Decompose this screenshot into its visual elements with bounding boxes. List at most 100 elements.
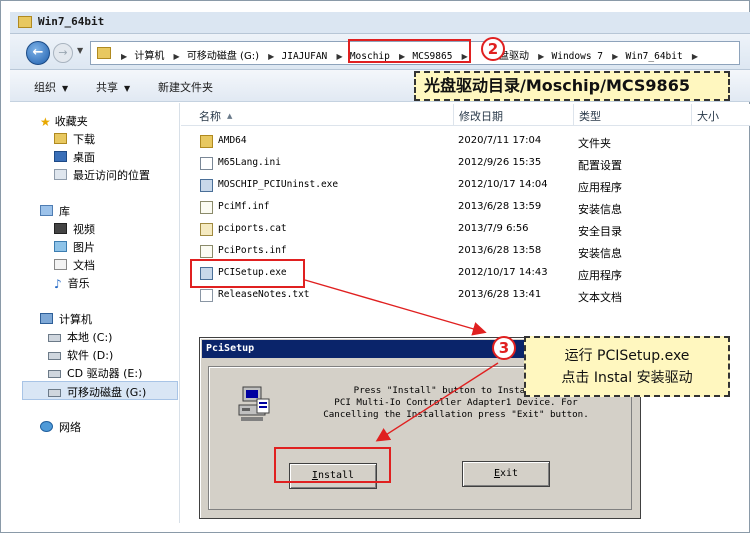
highlight-box-install — [274, 447, 391, 483]
file-date: 2013/6/28 13:58 — [458, 245, 542, 256]
file-type: 安全目录 — [578, 225, 622, 238]
nav-network[interactable]: 网络 — [40, 419, 81, 435]
nav-drive-d[interactable]: 软件 (D:) — [48, 347, 113, 363]
chevron-right-icon[interactable]: ▶ — [612, 52, 618, 61]
column-name-label: 名称 — [199, 110, 221, 123]
file-name: pciports.cat — [218, 223, 287, 234]
nav-documents-label: 文档 — [73, 259, 95, 272]
window-title: Win7_64bit — [38, 15, 105, 28]
chevron-right-icon[interactable]: ▶ — [336, 52, 342, 61]
column-divider[interactable] — [453, 104, 454, 126]
folder-icon — [200, 135, 213, 148]
file-row[interactable]: pciports.cat 2013/7/9 6:56 安全目录 — [196, 219, 716, 239]
nav-desktop[interactable]: 桌面 — [54, 149, 95, 165]
nav-desktop-label: 桌面 — [73, 151, 95, 164]
nav-pictures-label: 图片 — [73, 241, 95, 254]
chevron-right-icon[interactable]: ▶ — [174, 52, 180, 61]
breadcrumb-removable-disk[interactable]: 可移动磁盘 (G:) — [187, 47, 259, 62]
file-row[interactable]: ReleaseNotes.txt 2013/6/28 13:41 文本文档 — [196, 285, 716, 305]
nav-music[interactable]: ♪ 音乐 — [54, 275, 90, 291]
removable-disk-icon — [48, 389, 61, 397]
chevron-right-icon[interactable]: ▶ — [121, 52, 127, 61]
nav-drive-g[interactable]: 可移动磁盘 (G:) — [48, 384, 146, 400]
recent-pages-dropdown-icon[interactable]: ▼ — [77, 46, 83, 55]
nav-music-label: 音乐 — [67, 277, 90, 290]
file-name: PciMf.inf — [218, 201, 270, 212]
back-button[interactable]: ← — [26, 41, 50, 65]
desktop-icon — [54, 151, 67, 162]
network-icon — [40, 421, 53, 432]
file-type: 配置设置 — [578, 159, 622, 172]
column-type[interactable]: 类型 — [579, 108, 601, 124]
cd-drive-icon — [48, 370, 61, 378]
file-name: M65Lang.ini — [218, 157, 281, 168]
chevron-right-icon[interactable]: ▶ — [692, 52, 698, 61]
nav-videos[interactable]: 视频 — [54, 221, 95, 237]
nav-drive-c-label: 本地 (C:) — [67, 331, 113, 344]
nav-drive-c[interactable]: 本地 (C:) — [48, 329, 112, 345]
nav-pictures[interactable]: 图片 — [54, 239, 95, 255]
chevron-right-icon[interactable]: ▶ — [268, 52, 274, 61]
nav-recent-places[interactable]: 最近访问的位置 — [54, 167, 150, 183]
column-size[interactable]: 大小 — [697, 108, 719, 124]
step-2-badge: 2 — [481, 37, 505, 61]
file-date: 2013/6/28 13:41 — [458, 289, 542, 300]
nav-computer-label: 计算机 — [59, 313, 92, 326]
breadcrumb-jiajufan[interactable]: JIAJUFAN — [282, 51, 328, 62]
share-label: 共享 — [96, 81, 118, 94]
file-date: 2012/10/17 14:04 — [458, 179, 548, 190]
share-menu[interactable]: 共享 ▼ — [96, 79, 130, 95]
nav-computer[interactable]: 计算机 — [40, 311, 92, 327]
callout-run-setup-line2: 点击 Instal 安装驱动 — [561, 370, 693, 386]
step-3-badge: 3 — [492, 336, 516, 360]
nav-drive-e-label: CD 驱动器 (E:) — [67, 367, 143, 380]
breadcrumb-win7-64bit[interactable]: Win7_64bit — [626, 51, 683, 62]
file-date: 2013/7/9 6:56 — [458, 223, 529, 234]
forward-button[interactable]: → — [53, 43, 73, 63]
column-name[interactable]: 名称 ▲ — [199, 108, 232, 124]
drive-icon — [48, 352, 61, 360]
music-icon: ♪ — [54, 277, 62, 291]
sort-ascending-icon: ▲ — [227, 112, 233, 120]
file-row[interactable]: PciPorts.inf 2013/6/28 13:58 安装信息 — [196, 241, 716, 261]
file-name: AMD64 — [218, 135, 247, 146]
file-date: 2012/9/26 15:35 — [458, 157, 542, 168]
file-row[interactable]: MOSCHIP_PCIUninst.exe 2012/10/17 14:04 应… — [196, 175, 716, 195]
dialog-message-line: Cancelling the Installation press "Exit"… — [323, 409, 589, 420]
column-divider[interactable] — [691, 104, 692, 126]
file-type: 安装信息 — [578, 203, 622, 216]
nav-downloads[interactable]: 下载 — [54, 131, 95, 147]
file-row[interactable]: AMD64 2020/7/11 17:04 文件夹 — [196, 131, 716, 151]
nav-libraries-label: 库 — [59, 205, 70, 218]
callout-run-setup: 运行 PCISetup.exe 点击 Instal 安装驱动 — [524, 336, 730, 397]
breadcrumb-computer[interactable]: 计算机 — [134, 47, 164, 62]
nav-drive-e[interactable]: CD 驱动器 (E:) — [48, 365, 142, 381]
file-row[interactable]: M65Lang.ini 2012/9/26 15:35 配置设置 — [196, 153, 716, 173]
video-icon — [54, 223, 67, 234]
nav-downloads-label: 下载 — [73, 133, 95, 146]
column-divider[interactable] — [573, 104, 574, 126]
nav-favorites[interactable]: ★ 收藏夹 — [40, 113, 88, 129]
library-icon — [40, 205, 53, 216]
pictures-icon — [54, 241, 67, 252]
highlight-box-pcisetup — [190, 259, 305, 288]
title-bar: Win7_64bit — [10, 12, 750, 34]
nav-libraries[interactable]: 库 — [40, 203, 70, 219]
folder-icon — [18, 16, 32, 28]
callout-directory: 光盘驱动目录/Moschip/MCS9865 — [414, 71, 730, 101]
file-name: PciPorts.inf — [218, 245, 287, 256]
file-list-header: 名称 ▲ 修改日期 类型 大小 — [181, 104, 750, 126]
organize-menu[interactable]: 组织 ▼ — [34, 79, 68, 95]
organize-label: 组织 — [34, 81, 56, 94]
breadcrumb-windows7[interactable]: Windows 7 — [552, 51, 603, 62]
column-modified[interactable]: 修改日期 — [459, 108, 503, 124]
exit-button[interactable]: Exit — [462, 461, 550, 487]
nav-documents[interactable]: 文档 — [54, 257, 95, 273]
security-catalog-icon — [200, 223, 213, 236]
file-row[interactable]: PciMf.inf 2013/6/28 13:59 安装信息 — [196, 197, 716, 217]
file-type: 应用程序 — [578, 269, 622, 282]
text-file-icon — [200, 289, 213, 302]
chevron-right-icon[interactable]: ▶ — [538, 52, 544, 61]
file-type: 应用程序 — [578, 181, 622, 194]
new-folder-button[interactable]: 新建文件夹 — [158, 79, 213, 95]
